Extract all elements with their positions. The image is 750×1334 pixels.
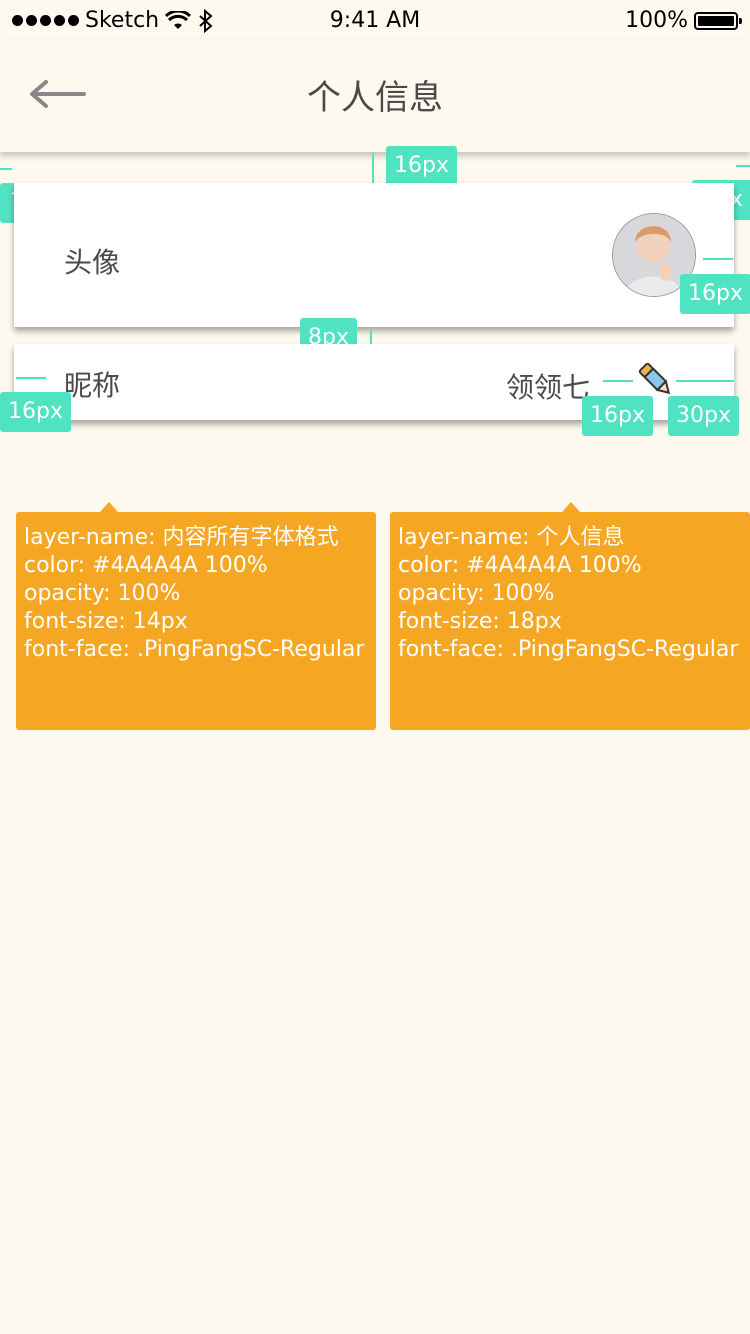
nickname-value: 领领七 (505, 371, 590, 404)
tooltip-line: layer-name: 个人信息 (398, 525, 625, 550)
measure-value-icon: 16px (582, 396, 653, 436)
tooltip-line: font-face: .PingFangSC-Regular (398, 637, 739, 662)
measure-line-card-gap (370, 330, 372, 344)
tooltip-line: color: #4A4A4A 100% (398, 553, 642, 578)
measure-label-left: 16px (0, 392, 71, 432)
measure-line-top (372, 153, 374, 183)
avatar-label: 头像 (64, 246, 121, 279)
measure-line-avatar (703, 258, 733, 260)
measure-line-icon-right (676, 380, 734, 382)
measure-line-left (0, 168, 12, 170)
tooltip-line: opacity: 100% (24, 581, 181, 606)
tooltip-line: color: #4A4A4A 100% (24, 553, 268, 578)
nav-bar: 个人信息 (0, 40, 750, 152)
measure-line-value-icon (603, 380, 633, 382)
font-spec-tooltip-title: layer-name: 个人信息 color: #4A4A4A 100% opa… (390, 502, 750, 730)
tooltip-line: layer-name: 内容所有字体格式 (24, 525, 339, 550)
tooltip-line: opacity: 100% (398, 581, 555, 606)
measure-line-label-left (16, 377, 46, 379)
font-spec-tooltip-content: layer-name: 内容所有字体格式 color: #4A4A4A 100%… (16, 502, 376, 730)
measure-top-gap: 16px (386, 146, 457, 186)
tooltip-line: font-size: 18px (398, 609, 562, 634)
measure-icon-right: 30px (668, 396, 739, 436)
battery-icon (694, 11, 742, 30)
measure-line-right (736, 165, 750, 167)
pencil-edit-icon[interactable] (636, 360, 676, 400)
battery-percent: 100% (625, 8, 688, 33)
tooltip-line: font-face: .PingFangSC-Regular (24, 637, 365, 662)
page-title: 个人信息 (307, 78, 443, 118)
status-right: 100% (625, 8, 742, 33)
tooltip-line: font-size: 14px (24, 609, 188, 634)
measure-avatar-right: 16px (680, 274, 750, 314)
nickname-label: 昵称 (64, 369, 121, 402)
status-bar: Sketch 9:41 AM 100% (0, 0, 750, 40)
avatar-row[interactable]: 头像 (14, 183, 734, 327)
